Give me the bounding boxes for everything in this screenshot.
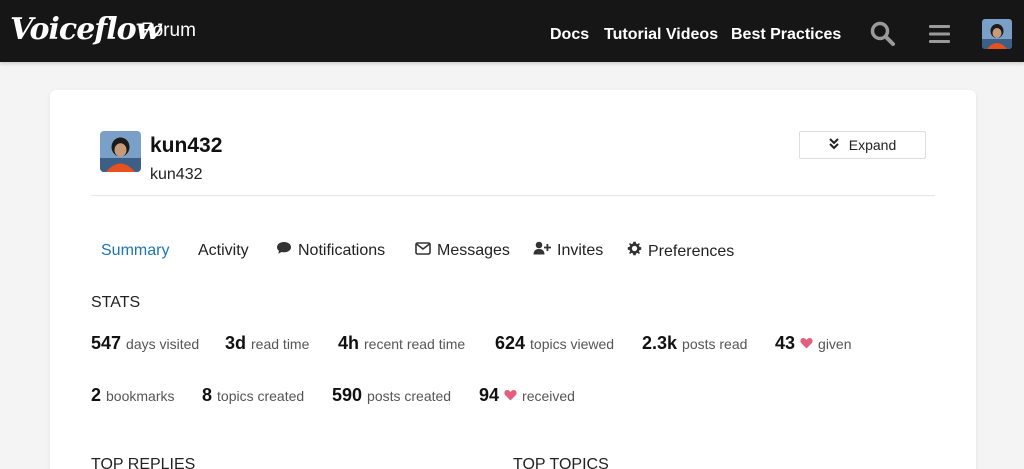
- envelope-icon: [415, 241, 431, 261]
- top-topics-heading: TOP TOPICS: [513, 456, 609, 469]
- stat-days-visited: 547 days visited: [91, 333, 199, 354]
- stat-value: 547: [91, 333, 122, 353]
- search-icon[interactable]: [869, 20, 897, 48]
- profile-username: kun432: [150, 134, 223, 157]
- stat-label: bookmarks: [106, 388, 175, 404]
- profile-name: kun432: [150, 166, 203, 183]
- stat-label: days visited: [126, 336, 200, 352]
- tab-messages[interactable]: Messages: [415, 241, 510, 261]
- stat-value: 590: [332, 385, 363, 405]
- tab-notifications-label: Notifications: [298, 242, 386, 259]
- stat-topics-created: 8 topics created: [202, 385, 304, 406]
- tab-activity-label: Activity: [198, 242, 249, 259]
- stat-recent-read-time: 4h recent read time: [338, 333, 465, 354]
- tab-activity[interactable]: Activity: [198, 241, 249, 261]
- tab-notifications[interactable]: Notifications: [276, 241, 385, 261]
- top-replies-heading: TOP REPLIES: [91, 456, 196, 469]
- nav-link-best-practices[interactable]: Best Practices: [731, 25, 841, 45]
- stat-label: posts created: [367, 388, 452, 404]
- profile-divider: [91, 195, 935, 196]
- stat-value: 43: [775, 333, 796, 353]
- tab-invites-label: Invites: [557, 242, 604, 259]
- stat-topics-viewed: 624 topics viewed: [495, 333, 614, 354]
- user-plus-icon: [533, 241, 551, 261]
- chevrons-down-icon: [829, 137, 839, 153]
- comment-icon: [276, 241, 292, 261]
- tab-summary[interactable]: Summary: [101, 241, 169, 261]
- tab-messages-label: Messages: [437, 242, 510, 259]
- stat-label: recent read time: [364, 336, 466, 352]
- top-bar: Voiceflow Forum Docs Tutorial Videos Bes…: [0, 0, 1024, 62]
- nav-link-tutorial-videos[interactable]: Tutorial Videos: [604, 25, 718, 45]
- stat-label: topics viewed: [530, 336, 615, 352]
- stat-value: 2.3k: [642, 333, 678, 353]
- expand-button[interactable]: Expand: [799, 131, 926, 159]
- heart-icon: [800, 336, 813, 349]
- stat-likes-given: 43 given: [775, 333, 852, 354]
- gear-icon: [627, 241, 642, 262]
- stat-value: 624: [495, 333, 526, 353]
- avatar: [100, 131, 141, 172]
- nav-link-docs[interactable]: Docs: [550, 25, 589, 45]
- tab-invites[interactable]: Invites: [533, 241, 603, 261]
- site-logo-subtitle: Forum: [141, 20, 196, 41]
- stat-label: given: [818, 336, 852, 352]
- hamburger-menu-icon[interactable]: [926, 20, 954, 48]
- stat-value: 8: [202, 385, 213, 405]
- stat-bookmarks: 2 bookmarks: [91, 385, 174, 406]
- stat-label: read time: [251, 336, 310, 352]
- stat-read-time: 3d read time: [225, 333, 309, 354]
- stat-label: posts read: [682, 336, 748, 352]
- stat-label: topics created: [217, 388, 305, 404]
- stat-value: 2: [91, 385, 102, 405]
- stat-posts-read: 2.3k posts read: [642, 333, 747, 354]
- expand-button-label: Expand: [848, 137, 897, 153]
- user-avatar-menu[interactable]: [982, 19, 1012, 49]
- stat-value: 4h: [338, 333, 360, 353]
- stat-label: received: [522, 388, 575, 404]
- stat-value: 94: [479, 385, 500, 405]
- tab-preferences[interactable]: Preferences: [627, 241, 734, 262]
- site-logo[interactable]: Voiceflow: [10, 12, 161, 48]
- tab-preferences-label: Preferences: [648, 242, 735, 260]
- heart-icon: [504, 388, 517, 401]
- stat-posts-created: 590 posts created: [332, 385, 451, 406]
- stat-value: 3d: [225, 333, 247, 353]
- tab-summary-label: Summary: [101, 242, 170, 259]
- stat-likes-received: 94 received: [479, 385, 575, 406]
- stats-heading: STATS: [91, 294, 141, 311]
